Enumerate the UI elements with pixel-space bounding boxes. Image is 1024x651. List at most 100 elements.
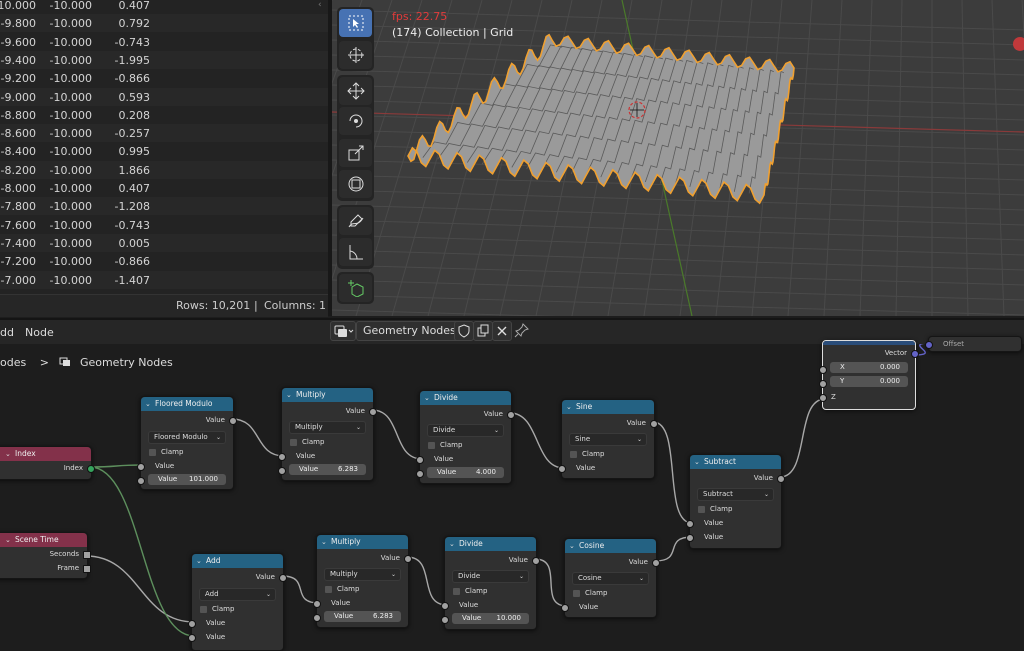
index-output-socket[interactable] (87, 465, 95, 473)
node-set-position[interactable]: Offset (925, 336, 1022, 352)
input-socket[interactable] (441, 616, 449, 624)
node-scene-time[interactable]: ⌄ Scene Time Seconds Frame (0, 532, 91, 579)
input-socket[interactable] (686, 520, 694, 528)
node-combine-xyz[interactable]: Vector X 0.000 Y 0.000 Z (819, 340, 919, 410)
move-icon[interactable] (339, 77, 372, 105)
node-link (85, 555, 195, 623)
scale-icon[interactable] (339, 139, 372, 167)
operation-dropdown[interactable]: Divide ⌄ (427, 424, 504, 437)
input-socket[interactable] (416, 470, 424, 478)
value-field[interactable]: Value 10.000 (452, 613, 529, 624)
node-cosine[interactable]: ⌄ Cosine Value Cosine ⌄ Clamp Value (561, 538, 660, 618)
tree-type-button[interactable] (330, 321, 356, 341)
node-multiply-1[interactable]: ⌄ Multiply Value Multiply ⌄ Clamp Value Va… (278, 387, 377, 481)
input-socket[interactable] (561, 604, 569, 612)
node-multiply-2[interactable]: ⌄ Multiply Value Multiply ⌄ Clamp Value Va… (313, 534, 412, 628)
node-divide-2[interactable]: ⌄ Divide Value Divide ⌄ Clamp Value Value 1… (441, 536, 540, 630)
cursor-icon[interactable] (339, 41, 372, 69)
unlink-close-icon[interactable] (492, 321, 512, 341)
output-socket[interactable] (652, 559, 660, 567)
output-socket[interactable] (404, 555, 412, 563)
operation-dropdown[interactable]: Sine ⌄ (569, 433, 647, 446)
node-link (509, 412, 565, 469)
scroll-up-icon[interactable]: ‹ (318, 0, 326, 12)
input-socket[interactable] (137, 477, 145, 485)
operation-dropdown[interactable]: Cosine ⌄ (572, 572, 649, 585)
transform-icon[interactable] (339, 170, 372, 198)
value-field[interactable]: Value 6.283 (324, 611, 401, 622)
select-box-icon[interactable] (339, 9, 372, 37)
x-field[interactable]: X 0.000 (830, 362, 908, 373)
table-cell: -10.000 (49, 163, 92, 177)
value-field[interactable]: Value 101.000 (148, 474, 226, 485)
pin-icon[interactable] (514, 322, 530, 338)
fake-user-shield-icon[interactable] (454, 321, 474, 341)
collection-label: (174) Collection | Grid (392, 26, 514, 39)
y-input-socket[interactable] (819, 380, 827, 388)
measure-icon[interactable] (339, 238, 372, 266)
duplicate-icon[interactable] (473, 321, 493, 341)
input-socket[interactable] (313, 614, 321, 622)
operation-dropdown[interactable]: Multiply ⌄ (289, 421, 366, 434)
input-socket[interactable] (137, 463, 145, 471)
node-sine[interactable]: ⌄ Sine Value Sine ⌄ Clamp Value (558, 399, 658, 479)
input-socket[interactable] (188, 634, 196, 642)
3d-viewport[interactable] (332, 0, 1024, 316)
output-socket[interactable] (507, 411, 515, 419)
table-cell: -10.000 (49, 218, 92, 232)
gizmo-x-icon (1013, 37, 1024, 51)
table-row: -8.400 -10.000 0.995 (0, 142, 328, 160)
output-socket[interactable] (229, 417, 237, 425)
table-row: -8.000 -10.000 0.407 (0, 179, 328, 197)
node-title: Add (206, 556, 221, 565)
output-label: Value (255, 573, 275, 581)
node-index[interactable]: ⌄ Index Index (0, 446, 95, 480)
value-field[interactable]: Value 4.000 (427, 467, 504, 478)
operation-dropdown[interactable]: Multiply ⌄ (324, 568, 401, 581)
output-label: Value (753, 474, 773, 482)
value-field[interactable]: Value 6.283 (289, 464, 366, 475)
seconds-output-socket[interactable] (83, 551, 91, 559)
operation-dropdown[interactable]: Divide ⌄ (452, 570, 529, 583)
tree-name-field[interactable]: Geometry Nodes (356, 321, 460, 341)
rotate-icon[interactable] (339, 107, 372, 135)
output-socket[interactable] (279, 574, 287, 582)
input-socket[interactable] (441, 602, 449, 610)
input-label: Value (579, 603, 599, 611)
output-socket[interactable] (650, 420, 658, 428)
output-socket[interactable] (532, 557, 540, 565)
table-cell: -9.400 (0, 53, 36, 67)
add-menu[interactable]: dd (0, 326, 14, 339)
output-socket[interactable] (369, 408, 377, 416)
node-subtract[interactable]: ⌄ Subtract Value Subtract ⌄ Clamp Value Va… (686, 454, 785, 549)
node-link (652, 421, 693, 524)
operation-dropdown[interactable]: Add ⌄ (199, 588, 276, 601)
breadcrumb: odes > Geometry Nodes (0, 356, 173, 369)
input-socket[interactable] (278, 467, 286, 475)
frame-output-socket[interactable] (83, 565, 91, 573)
input-socket[interactable] (278, 453, 286, 461)
node-add[interactable]: ⌄ Add Value Add ⌄ Clamp Value Value (188, 553, 287, 651)
input-socket[interactable] (416, 456, 424, 464)
table-cell: -8.800 (0, 108, 36, 122)
add-cube-icon[interactable] (339, 274, 372, 302)
vector-output-socket[interactable] (911, 350, 919, 358)
z-input-socket[interactable] (819, 394, 827, 402)
annotate-icon[interactable] (339, 207, 372, 235)
operation-dropdown[interactable]: Floored Modulo ⌄ (148, 431, 226, 444)
node-divide-1[interactable]: ⌄ Divide Value Divide ⌄ Clamp Value Value 4… (416, 390, 515, 484)
input-socket[interactable] (686, 534, 694, 542)
input-socket[interactable] (188, 620, 196, 628)
node-floored-modulo[interactable]: ⌄ Floored Modulo Value Floored Modulo ⌄ Cl… (137, 396, 237, 490)
node-editor-canvas[interactable]: odes > Geometry Nodes ⌄ Index Index ⌄ Scen… (0, 336, 1024, 651)
operation-dropdown[interactable]: Subtract ⌄ (697, 488, 774, 501)
x-input-socket[interactable] (819, 366, 827, 374)
input-socket[interactable] (558, 465, 566, 473)
offset-input-socket[interactable] (925, 341, 933, 349)
breadcrumb-parent[interactable]: odes (0, 356, 26, 369)
output-socket[interactable] (777, 475, 785, 483)
table-cell: 0.407 (118, 0, 151, 12)
input-socket[interactable] (313, 600, 321, 608)
node-menu[interactable]: Node (25, 326, 54, 339)
y-field[interactable]: Y 0.000 (830, 376, 908, 387)
